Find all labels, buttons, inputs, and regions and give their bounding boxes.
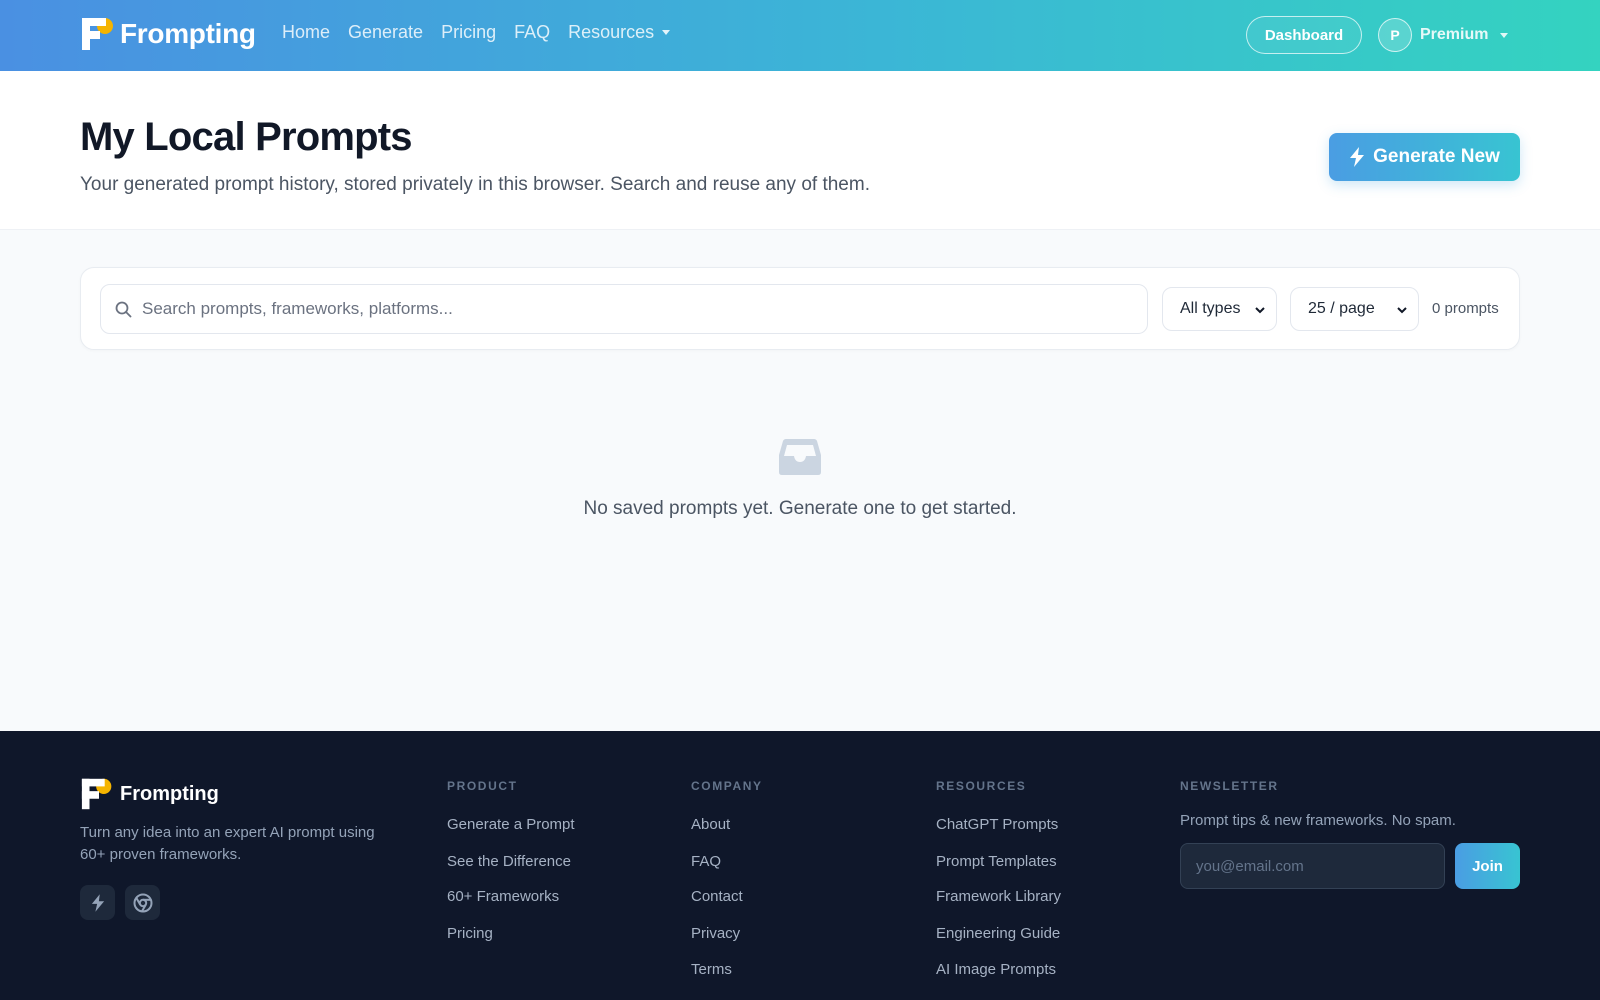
main-nav: Home Generate Pricing FAQ Resources [282, 22, 688, 43]
chrome-icon [133, 893, 152, 912]
page-subtitle: Your generated prompt history, stored pr… [80, 174, 870, 195]
footer-tagline: Turn any idea into an expert AI prompt u… [80, 824, 375, 863]
footer-link-ai-image-prompts[interactable]: AI Image Prompts [936, 961, 1056, 978]
chevron-down-icon [1255, 307, 1265, 314]
search-icon [115, 301, 132, 317]
footer-link-chatgpt-prompts[interactable]: ChatGPT Prompts [936, 816, 1058, 833]
frompting-logo-icon [80, 778, 112, 810]
avatar: P [1378, 18, 1412, 52]
nav-resources-label: Resources [568, 22, 655, 42]
account-plan-label: Premium [1420, 26, 1489, 43]
generate-new-button[interactable]: Generate New [1329, 133, 1520, 181]
newsletter-description: Prompt tips & new frameworks. No spam. [1180, 812, 1456, 829]
nav-dropdown-resources[interactable]: Resources [568, 22, 671, 43]
bolt-icon [91, 893, 104, 912]
prompt-count: 0 prompts [1432, 300, 1499, 317]
nav-link-generate[interactable]: Generate [348, 22, 423, 43]
brand-name: Frompting [120, 18, 256, 49]
chevron-down-icon [1500, 32, 1509, 38]
footer-link-privacy[interactable]: Privacy [691, 925, 740, 942]
footer-link-about[interactable]: About [691, 816, 730, 833]
type-filter-select[interactable]: All types [1162, 287, 1277, 331]
page-title: My Local Prompts [80, 115, 413, 159]
filter-bar: All types 25 / page 0 prompts [80, 267, 1520, 350]
page-size-value: 25 / page [1308, 300, 1375, 317]
social-link-bolt[interactable] [80, 885, 115, 920]
search-input[interactable] [142, 299, 1122, 319]
footer-link-terms[interactable]: Terms [691, 961, 732, 978]
site-footer: Frompting Turn any idea into an expert A… [0, 731, 1600, 1000]
social-link-chrome[interactable] [125, 885, 160, 920]
search-box[interactable] [100, 284, 1148, 334]
empty-state-message: No saved prompts yet. Generate one to ge… [583, 498, 1017, 519]
nav-link-faq[interactable]: FAQ [514, 22, 550, 43]
footer-link-contact[interactable]: Contact [691, 888, 743, 905]
frompting-logo-icon [80, 17, 113, 51]
footer-heading-product: PRODUCT [447, 779, 518, 793]
footer-link-pricing[interactable]: Pricing [447, 925, 493, 942]
footer-link-generate-prompt[interactable]: Generate a Prompt [447, 816, 575, 833]
generate-new-label: Generate New [1373, 146, 1500, 167]
footer-link-frameworks[interactable]: 60+ Frameworks [447, 888, 559, 905]
footer-link-prompt-templates[interactable]: Prompt Templates [936, 853, 1057, 870]
footer-link-framework-library[interactable]: Framework Library [936, 888, 1061, 905]
dashboard-button[interactable]: Dashboard [1246, 16, 1362, 54]
chevron-down-icon [1397, 307, 1407, 314]
page-size-select[interactable]: 25 / page [1290, 287, 1419, 331]
footer-link-engineering-guide[interactable]: Engineering Guide [936, 925, 1060, 942]
brand-logo-link[interactable]: Frompting [80, 17, 256, 51]
footer-link-see-difference[interactable]: See the Difference [447, 853, 571, 870]
nav-link-pricing[interactable]: Pricing [441, 22, 496, 43]
account-menu[interactable]: P Premium [1378, 18, 1509, 52]
footer-heading-company: COMPANY [691, 779, 763, 793]
newsletter-email-input[interactable] [1180, 843, 1445, 889]
footer-heading-newsletter: NEWSLETTER [1180, 779, 1279, 793]
footer-heading-resources: RESOURCES [936, 779, 1027, 793]
type-filter-value: All types [1180, 300, 1241, 317]
page-header: My Local Prompts Your generated prompt h… [0, 71, 1600, 230]
footer-brand[interactable]: Frompting [80, 777, 219, 811]
inbox-icon [779, 439, 821, 475]
footer-link-faq[interactable]: FAQ [691, 853, 721, 870]
chevron-down-icon [662, 30, 671, 35]
nav-link-home[interactable]: Home [282, 22, 330, 43]
bolt-icon [1350, 147, 1365, 167]
footer-brand-name: Frompting [120, 782, 219, 805]
top-navbar: Frompting Home Generate Pricing FAQ Reso… [0, 0, 1600, 71]
newsletter-join-button[interactable]: Join [1455, 843, 1520, 889]
